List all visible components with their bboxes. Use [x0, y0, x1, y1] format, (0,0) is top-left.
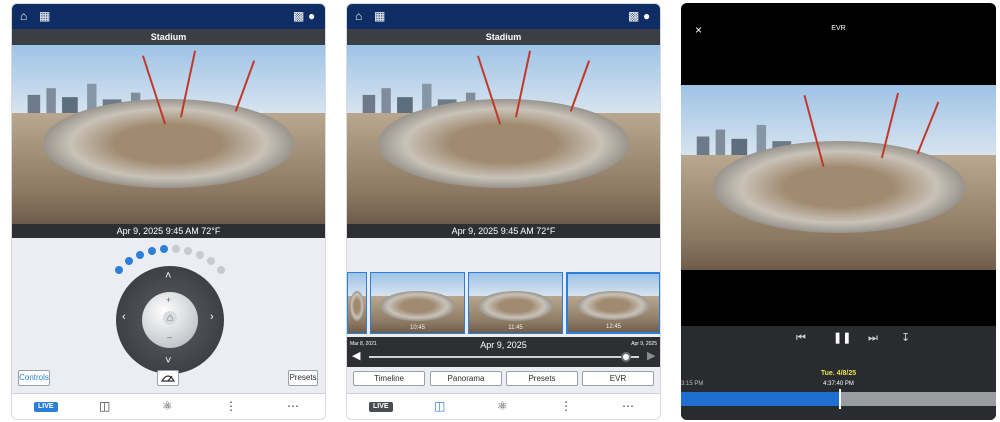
- chat-icon[interactable]: ▩: [628, 10, 639, 22]
- skip-back-icon[interactable]: ⏮: [796, 333, 806, 344]
- share-icon[interactable]: ⋮: [560, 400, 572, 412]
- pan-up-button[interactable]: ˄: [165, 271, 171, 282]
- pause-icon[interactable]: ❚❚: [833, 333, 851, 344]
- previous-button[interactable]: ◀: [352, 351, 360, 362]
- wiper-icon: [160, 375, 176, 382]
- timeline-handle[interactable]: [620, 352, 631, 362]
- share-icon[interactable]: ⋮: [225, 400, 237, 412]
- zoom-dot: [115, 266, 123, 274]
- zoom-dot: [184, 247, 192, 255]
- zoom-dot: [125, 257, 133, 265]
- thumbnail-label: 10:45: [409, 325, 425, 331]
- playback-controls-panel: ⏮ ❚❚ ⏭ ↧ Tue. 4/8/25 4:37:40 PM 3:15 PM: [681, 326, 996, 420]
- home-position-button[interactable]: ⌂: [163, 311, 177, 325]
- grid-icon[interactable]: ▦: [374, 10, 385, 22]
- atom-icon[interactable]: ⚛: [162, 400, 173, 412]
- tab-panorama[interactable]: Panorama: [430, 371, 502, 386]
- account-icon[interactable]: ●: [643, 10, 650, 22]
- zoom-home-knob[interactable]: + ⌂ –: [142, 292, 198, 348]
- playback-progress-fill: [681, 392, 839, 406]
- next-button[interactable]: ▶: [647, 351, 655, 362]
- home-icon[interactable]: ⌂: [355, 10, 362, 22]
- playback-date: Tue. 4/8/25: [820, 370, 857, 377]
- evr-video-frame[interactable]: [681, 85, 996, 270]
- playback-handle[interactable]: [838, 389, 841, 409]
- timeline-current-date: Apr 9, 2025: [480, 340, 527, 350]
- presets-button[interactable]: Presets: [288, 370, 318, 386]
- thumbnail-label: 12:45: [605, 324, 621, 330]
- tab-presets[interactable]: Presets: [506, 371, 578, 386]
- wiper-button[interactable]: [157, 370, 179, 386]
- tab-live[interactable]: LIVE: [34, 402, 58, 412]
- account-icon[interactable]: ●: [308, 10, 315, 22]
- timeline-scrubber: Mar 8, 2021 Apr 9, 2025 Apr 9, 2025 ◀ ▶: [347, 337, 660, 367]
- live-camera-image[interactable]: [12, 45, 325, 224]
- ptz-control-pad[interactable]: ˄ ˅ ‹ › + ⌂ –: [116, 266, 224, 374]
- timestamp-bar: Apr 9, 2025 9:45 AM 72°F: [12, 224, 325, 238]
- evr-title: EVR: [831, 25, 846, 32]
- top-nav: ⌂ ▦ ▩ ●: [347, 4, 660, 29]
- zoom-dot: [172, 245, 180, 253]
- download-icon[interactable]: ↧: [901, 333, 910, 344]
- timeline-screen: ⌂ ▦ ▩ ● Stadium Apr 9, 2025 9:45 AM 72°F…: [346, 3, 661, 420]
- zoom-dot: [160, 245, 168, 253]
- home-icon[interactable]: ⌂: [20, 10, 27, 22]
- pan-down-button[interactable]: ˅: [165, 356, 171, 367]
- controls-button[interactable]: Controls: [18, 370, 50, 386]
- bottom-tab-bar: LIVE ◫ ⚛ ⋮ ⋯: [347, 393, 660, 419]
- thumbnail[interactable]: 11:45: [468, 272, 563, 334]
- zoom-in-button[interactable]: +: [166, 295, 171, 305]
- tab-live[interactable]: LIVE: [369, 402, 393, 412]
- live-screen: ⌂ ▦ ▩ ● Stadium Apr 9, 2025 9:45 AM 72°F: [11, 3, 326, 420]
- camera-title: Stadium: [12, 29, 325, 45]
- more-icon[interactable]: ⋯: [287, 400, 299, 412]
- timestamp-bar: Apr 9, 2025 9:45 AM 72°F: [347, 224, 660, 238]
- bottom-tab-bar: LIVE ◫ ⚛ ⋮ ⋯: [12, 393, 325, 419]
- pan-right-button[interactable]: ›: [210, 312, 214, 323]
- top-nav: ⌂ ▦ ▩ ●: [12, 4, 325, 29]
- playback-time: 4:37:40 PM: [823, 381, 854, 387]
- zoom-dot: [148, 247, 156, 255]
- archive-camera-image[interactable]: [347, 45, 660, 224]
- zoom-dot: [136, 251, 144, 259]
- zoom-out-button[interactable]: –: [167, 332, 172, 342]
- playback-track[interactable]: [681, 389, 996, 409]
- tab-evr[interactable]: EVR: [582, 371, 654, 386]
- zoom-dot: [217, 266, 225, 274]
- zoom-dot: [207, 257, 215, 265]
- timeline-track[interactable]: [369, 356, 639, 358]
- thumbnail-label: 11:45: [508, 325, 523, 331]
- more-icon[interactable]: ⋯: [622, 400, 634, 412]
- atom-icon[interactable]: ⚛: [497, 400, 508, 412]
- camera-title: Stadium: [347, 29, 660, 45]
- thumbnail[interactable]: [347, 272, 367, 334]
- thumbnail-selected[interactable]: 12:45: [566, 272, 660, 334]
- film-icon[interactable]: ◫: [434, 400, 445, 412]
- tab-timeline[interactable]: Timeline: [353, 371, 425, 386]
- zoom-dot: [196, 251, 204, 259]
- timeline-left-time: 3:15 PM: [681, 381, 704, 387]
- skip-forward-icon[interactable]: ⏭: [868, 333, 878, 344]
- evr-screen: × EVR ⏮ ❚❚ ⏭ ↧ Tue. 4/8/25 4:37:40 PM 3:…: [681, 3, 996, 420]
- grid-icon[interactable]: ▦: [39, 10, 50, 22]
- timeline-end-date: Apr 9, 2025: [631, 341, 657, 347]
- thumbnail[interactable]: 10:45: [370, 272, 465, 334]
- pan-left-button[interactable]: ‹: [122, 312, 126, 323]
- chat-icon[interactable]: ▩: [293, 10, 304, 22]
- film-icon[interactable]: ◫: [99, 400, 110, 412]
